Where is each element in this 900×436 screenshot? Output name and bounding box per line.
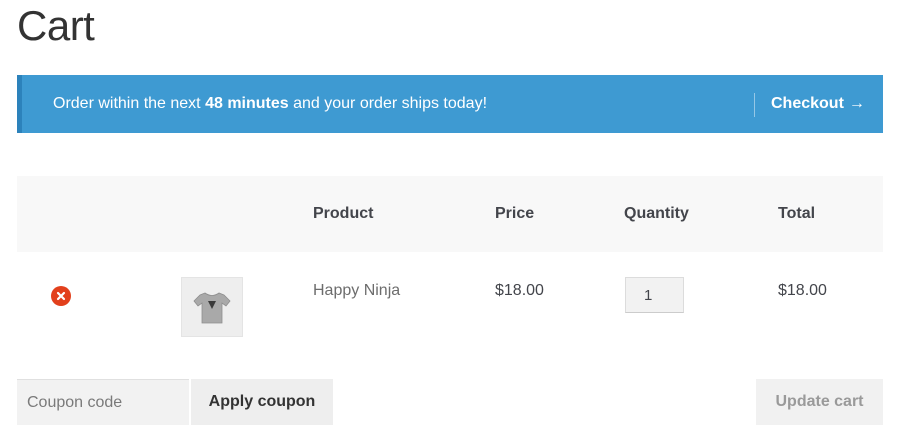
notice-divider xyxy=(754,93,755,117)
cart-table-header: Product Price Quantity Total xyxy=(17,176,883,252)
coupon-code-input[interactable] xyxy=(17,379,189,425)
cart-item-row: Happy Ninja $18.00 $18.00 xyxy=(17,252,883,352)
quantity-input[interactable] xyxy=(625,277,684,313)
checkout-label: Checkout xyxy=(771,95,844,112)
right-arrow-icon: → xyxy=(848,95,865,112)
apply-coupon-button[interactable]: Apply coupon xyxy=(191,379,333,425)
remove-item-icon[interactable] xyxy=(51,286,71,306)
notice-text-before: Order within the next xyxy=(53,95,206,112)
header-price: Price xyxy=(495,205,535,222)
product-price: $18.00 xyxy=(495,282,544,299)
update-cart-button[interactable]: Update cart xyxy=(756,379,883,425)
close-icon xyxy=(56,291,66,301)
header-quantity: Quantity xyxy=(624,205,689,222)
notice-text-after: and your order ships today! xyxy=(288,95,488,112)
tshirt-icon xyxy=(193,292,231,324)
product-total: $18.00 xyxy=(778,282,827,299)
shipping-notice-text: Order within the next 48 minutes and you… xyxy=(53,75,487,133)
header-product: Product xyxy=(313,205,374,222)
notice-time-remaining: 48 minutes xyxy=(205,95,289,112)
shipping-notice-bar: Order within the next 48 minutes and you… xyxy=(17,75,883,133)
product-name-link[interactable]: Happy Ninja xyxy=(313,282,400,300)
header-total: Total xyxy=(778,205,816,222)
checkout-link[interactable]: Checkout → xyxy=(771,75,865,133)
product-thumbnail[interactable] xyxy=(181,277,243,337)
cart-page: Cart Order within the next 48 minutes an… xyxy=(0,0,900,436)
page-title: Cart xyxy=(17,2,95,49)
